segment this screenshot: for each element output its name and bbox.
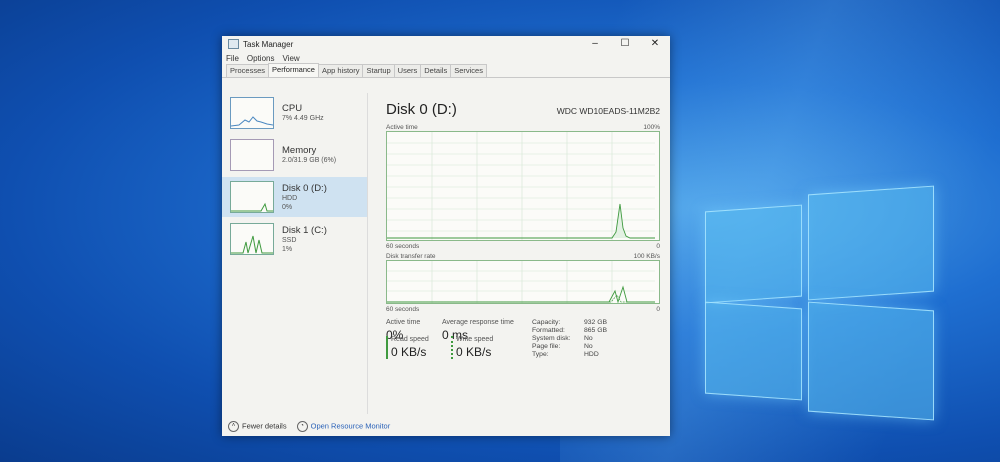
prop-key: System disk: — [532, 335, 571, 342]
disk-title: Disk 0 (D:) — [386, 101, 457, 118]
sidebar-item-type: SSD — [282, 236, 297, 244]
tab-processes[interactable]: Processes — [226, 64, 270, 77]
sidebar-item-type: HDD — [282, 194, 298, 202]
graph2-time-label: 60 seconds — [386, 306, 420, 313]
fewer-details-label: Fewer details — [242, 420, 287, 430]
fewer-details-button[interactable]: ˄ Fewer details — [228, 420, 287, 432]
open-resource-monitor-link[interactable]: ◔ Open Resource Monitor — [296, 420, 391, 432]
tab-strip: Processes Performance App history Startu… — [222, 63, 670, 78]
prop-key: Type: — [532, 351, 549, 358]
prop-value: 865 GB — [584, 327, 608, 334]
graph2-min: 0 — [656, 306, 660, 313]
prop-value: No — [584, 343, 593, 350]
sidebar-item-usage: 1% — [282, 245, 293, 253]
avg-response-label: Average response time — [442, 319, 514, 326]
prop-value: HDD — [584, 351, 599, 358]
menu-options[interactable]: Options — [247, 54, 275, 63]
task-manager-icon — [228, 39, 239, 49]
read-speed-label: Read speed — [391, 336, 429, 343]
menu-view[interactable]: View — [282, 54, 299, 63]
sidebar-item-disk-0[interactable]: Disk 0 (D:) HDD 0% — [222, 177, 367, 217]
prop-value: 932 GB — [584, 319, 608, 326]
graph2-label: Disk transfer rate — [386, 253, 436, 260]
write-speed-label: Write speed — [456, 336, 494, 343]
tab-app-history[interactable]: App history — [317, 64, 364, 77]
active-time-label: Active time — [386, 319, 421, 326]
tab-details[interactable]: Details — [420, 64, 452, 77]
graph1-time-label: 60 seconds — [386, 243, 420, 250]
sidebar-item-disk-1[interactable]: Disk 1 (C:) SSD 1% — [222, 219, 367, 259]
sidebar-item-memory[interactable]: Memory 2.0/31.9 GB (6%) — [222, 135, 367, 175]
task-manager-window: Task Manager – ☐ ✕ File Options View Pro… — [222, 36, 670, 436]
disk-detail-panel: Disk 0 (D:) WDC WD10EADS-11M2B2 Active t… — [368, 93, 670, 414]
sidebar-item-label: Disk 1 (C:) — [282, 224, 327, 236]
graph1-min: 0 — [656, 243, 660, 250]
windows-logo-pane-br — [808, 301, 934, 421]
disk1-mini-graph — [230, 223, 274, 255]
tab-users[interactable]: Users — [393, 64, 422, 77]
graph2-max: 100 KB/s — [633, 253, 660, 260]
disk0-mini-graph — [230, 181, 274, 213]
title-bar: Task Manager – ☐ ✕ — [222, 36, 670, 52]
sidebar-item-detail: 7% 4.49 GHz — [282, 115, 324, 122]
prop-key: Capacity: — [532, 319, 561, 326]
windows-logo-pane-bl — [705, 301, 802, 401]
sidebar-item-usage: 0% — [282, 203, 293, 211]
disk-model: WDC WD10EADS-11M2B2 — [556, 106, 660, 116]
sidebar-item-label: CPU — [282, 103, 303, 114]
minimize-button[interactable]: – — [580, 36, 610, 52]
sidebar-item-label: Memory — [282, 145, 317, 156]
tab-startup[interactable]: Startup — [362, 64, 395, 77]
read-speed-value: 0 KB/s — [391, 345, 427, 359]
footer-bar: ˄ Fewer details ◔ Open Resource Monitor — [222, 416, 670, 436]
resource-monitor-label: Open Resource Monitor — [310, 420, 391, 430]
maximize-button[interactable]: ☐ — [610, 36, 640, 52]
cpu-mini-graph — [230, 97, 274, 129]
prop-key: Page file: — [532, 343, 561, 350]
sidebar-item-detail: 2.0/31.9 GB (6%) — [282, 157, 337, 164]
windows-logo-pane-tl — [705, 204, 802, 304]
transfer-rate-graph — [386, 260, 660, 304]
graph1-max: 100% — [643, 124, 660, 131]
menu-file[interactable]: File — [226, 54, 239, 63]
tab-performance[interactable]: Performance — [268, 63, 319, 77]
disk-properties: Capacity: 932 GB Formatted: 865 GB System … — [532, 319, 624, 358]
write-speed-value: 0 KB/s — [456, 345, 492, 359]
sidebar-item-cpu[interactable]: CPU 7% 4.49 GHz — [222, 93, 367, 133]
memory-mini-graph — [230, 139, 274, 171]
tab-services[interactable]: Services — [450, 64, 487, 77]
prop-key: Formatted: — [532, 327, 565, 334]
close-button[interactable]: ✕ — [640, 36, 670, 52]
active-time-graph — [386, 131, 660, 241]
chevron-up-icon: ˄ — [228, 420, 239, 432]
window-title: Task Manager — [243, 39, 294, 49]
sidebar-item-label: Disk 0 (D:) — [282, 182, 327, 194]
resource-sidebar: CPU 7% 4.49 GHz Memory 2.0/31.9 GB (6%) … — [222, 93, 368, 414]
prop-value: No — [584, 335, 593, 342]
graph1-label: Active time — [386, 124, 418, 131]
windows-logo-pane-tr — [808, 185, 934, 301]
resource-monitor-icon: ◔ — [296, 420, 308, 432]
